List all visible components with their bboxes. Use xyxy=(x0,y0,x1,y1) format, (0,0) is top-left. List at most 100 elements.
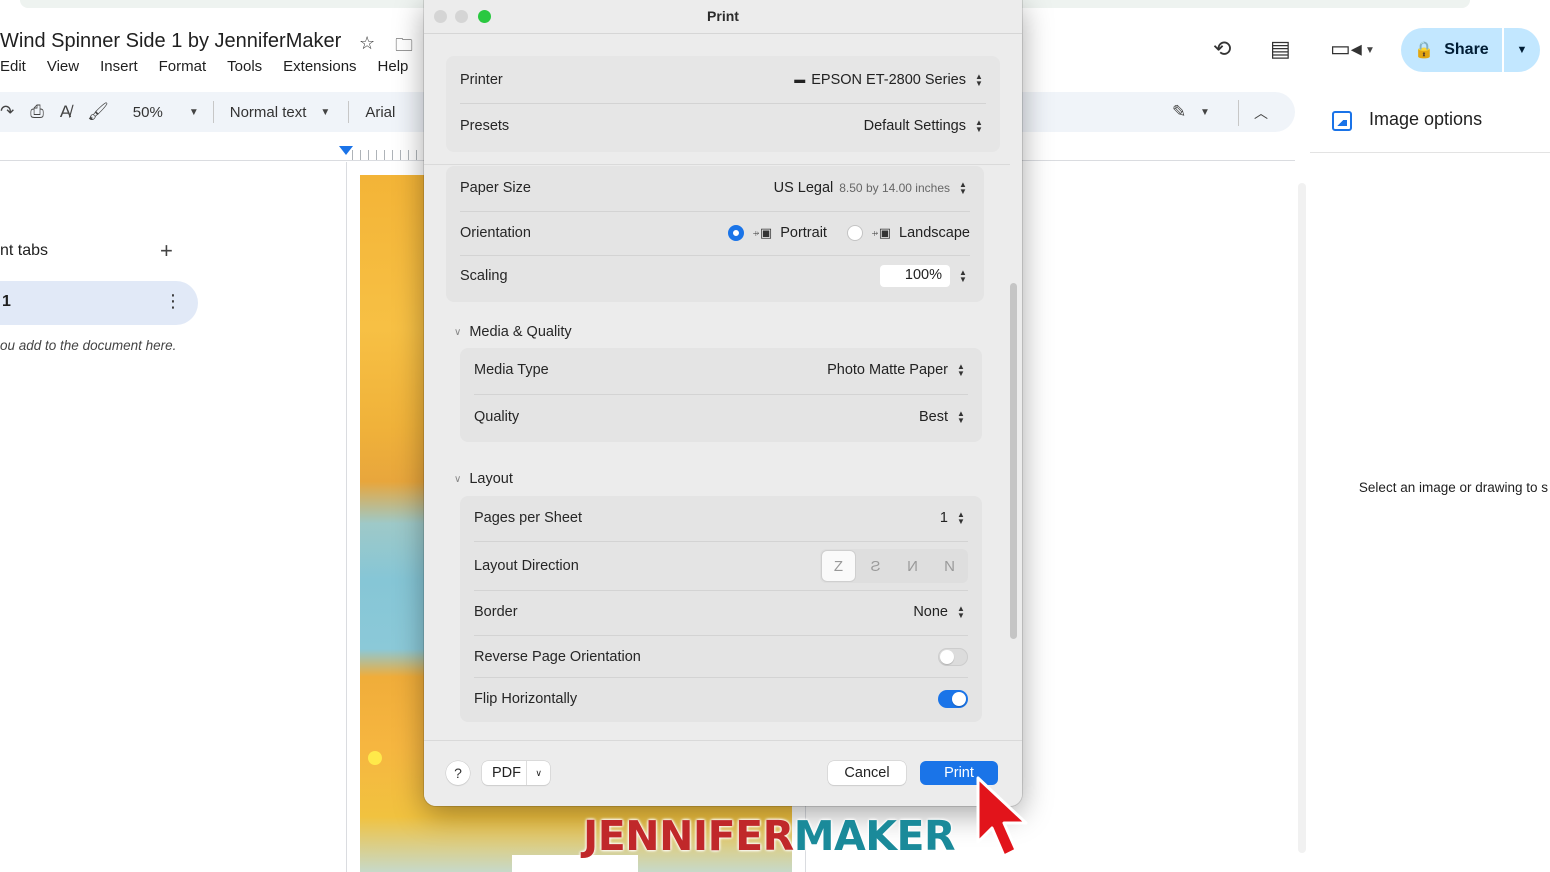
layout-header[interactable]: ∨ Layout xyxy=(454,471,513,487)
comment-icon[interactable]: ▤ xyxy=(1270,36,1291,62)
scrollbar[interactable] xyxy=(1298,183,1306,853)
menu-help[interactable]: Help xyxy=(378,58,409,75)
dialog-title: Print xyxy=(707,8,739,24)
layout-direction-label: Layout Direction xyxy=(474,558,579,574)
document-title[interactable]: Wind Spinner Side 1 by JenniferMaker xyxy=(0,30,341,53)
add-tab-button[interactable]: + xyxy=(160,238,173,264)
paint-format-icon[interactable]: 🖌 xyxy=(87,102,109,122)
watermark-part2: MAKER xyxy=(793,812,956,860)
portrait-icon: ⍆▣ xyxy=(752,225,773,240)
row-divider xyxy=(474,394,968,395)
menu-insert[interactable]: Insert xyxy=(100,58,138,75)
layout-group: Pages per Sheet 1 ▲ ▼ Layout Direction Z … xyxy=(460,496,982,722)
toolbar-divider xyxy=(1238,100,1239,126)
media-type-select[interactable]: Photo Matte Paper ▲ ▼ xyxy=(827,361,968,379)
menu-edit[interactable]: Edit xyxy=(0,58,26,75)
chevron-down-icon[interactable]: ▼ xyxy=(1365,45,1375,56)
scaling-input[interactable]: 100% xyxy=(880,265,950,287)
presets-row: Presets Default Settings ▲ ▼ xyxy=(446,112,1000,140)
toolbar-divider xyxy=(348,101,350,123)
flip-horizontally-row: Flip Horizontally xyxy=(460,685,982,713)
cancel-button[interactable]: Cancel xyxy=(828,761,906,785)
printer-icon: ▬ xyxy=(794,74,806,86)
help-button[interactable]: ? xyxy=(446,761,470,785)
menu-extensions[interactable]: Extensions xyxy=(283,58,356,75)
direction-s-icon[interactable]: Ƨ xyxy=(859,551,892,581)
paper-size-label: Paper Size xyxy=(460,180,531,196)
scaling-row: Scaling 100% ▲ ▼ xyxy=(446,261,984,291)
image-icon xyxy=(1332,111,1352,131)
collapse-icon[interactable]: ︿ xyxy=(1254,103,1268,123)
pdf-label: PDF xyxy=(492,765,521,781)
stepper-icon: ▲ ▼ xyxy=(957,604,965,620)
pdf-menu-button[interactable]: PDF ∨ xyxy=(482,761,550,785)
printer-select[interactable]: ▬ EPSON ET-2800 Series ▲ ▼ xyxy=(794,71,986,89)
share-dropdown-button[interactable]: ▼ xyxy=(1504,28,1540,72)
printer-value: EPSON ET-2800 Series xyxy=(811,72,966,88)
toolbar-divider xyxy=(212,101,214,123)
print-dialog: Print Printer ▬ EPSON ET-2800 Series ▲ ▼ … xyxy=(424,0,1022,806)
stepper-icon: ▲ ▼ xyxy=(957,409,965,425)
toolbar: ↷ ⎙ A̸ 🖌 50% ▼ Normal text ▼ Arial xyxy=(0,100,395,124)
star-icon[interactable]: ☆ xyxy=(359,33,375,54)
media-type-row: Media Type Photo Matte Paper ▲ ▼ xyxy=(460,356,982,384)
menu-format[interactable]: Format xyxy=(159,58,207,75)
media-type-value: Photo Matte Paper xyxy=(827,362,948,378)
font-select[interactable]: Arial xyxy=(365,104,395,121)
meet-icon[interactable]: ▭◂ xyxy=(1330,36,1362,62)
toggle-knob xyxy=(940,650,954,664)
border-row: Border None ▲ ▼ xyxy=(460,598,982,626)
print-icon[interactable]: ⎙ xyxy=(30,102,44,122)
menu-tools[interactable]: Tools xyxy=(227,58,262,75)
edit-mode-icon[interactable]: ✎ xyxy=(1172,102,1186,122)
direction-n-icon[interactable]: N xyxy=(933,551,966,581)
quality-select[interactable]: Best ▲ ▼ xyxy=(919,408,968,426)
zoom-value: 50% xyxy=(132,103,163,121)
more-options-icon[interactable]: ⋮ xyxy=(164,291,182,312)
history-icon[interactable]: ⟲ xyxy=(1213,36,1231,62)
layout-direction-segmented: Z Ƨ И N xyxy=(820,549,968,583)
media-quality-group: Media Type Photo Matte Paper ▲ ▼ Quality … xyxy=(460,348,982,442)
media-quality-header[interactable]: ∨ Media & Quality xyxy=(454,324,572,340)
pages-per-sheet-row: Pages per Sheet 1 ▲ ▼ xyxy=(460,504,982,532)
presets-select[interactable]: Default Settings ▲ ▼ xyxy=(864,117,986,135)
quality-value: Best xyxy=(918,409,948,425)
flip-horizontally-toggle[interactable] xyxy=(938,690,968,708)
chevron-down-icon[interactable]: ▼ xyxy=(1200,107,1210,118)
landscape-radio[interactable] xyxy=(846,225,863,241)
menu-view[interactable]: View xyxy=(47,58,79,75)
direction-z-icon[interactable]: Z xyxy=(822,551,855,581)
watermark-part1: JENNIFER xyxy=(583,812,794,860)
paper-size-select[interactable]: US Legal 8.50 by 14.00 inches ▲ ▼ xyxy=(774,179,970,197)
stepper-icon: ▲ ▼ xyxy=(957,362,965,378)
portrait-radio[interactable] xyxy=(728,225,745,241)
reverse-orientation-toggle[interactable] xyxy=(938,648,968,666)
style-select[interactable]: Normal text ▼ xyxy=(230,104,331,121)
orientation-label: Orientation xyxy=(460,225,531,241)
redo-icon[interactable]: ↷ xyxy=(0,102,14,122)
indent-marker[interactable] xyxy=(339,146,353,155)
tabs-hint: ou add to the document here. xyxy=(0,338,177,353)
printer-group: Printer ▬ EPSON ET-2800 Series ▲ ▼ Preset… xyxy=(446,56,1000,152)
lock-icon: 🔒 xyxy=(1414,42,1435,59)
dialog-scrollbar[interactable] xyxy=(1010,283,1017,639)
row-divider xyxy=(474,541,968,542)
share-button[interactable]: 🔒 Share xyxy=(1401,28,1502,72)
pages-per-sheet-label: Pages per Sheet xyxy=(474,510,583,526)
chevron-down-icon: ∨ xyxy=(526,761,542,785)
stepper-icon: ▲ ▼ xyxy=(975,118,983,134)
pages-per-sheet-select[interactable]: 1 ▲ ▼ xyxy=(940,509,968,527)
row-divider xyxy=(460,103,986,104)
jennifermaker-watermark: JENNIFERMAKER xyxy=(583,812,956,860)
printer-row: Printer ▬ EPSON ET-2800 Series ▲ ▼ xyxy=(446,66,1000,94)
layout-direction-row: Layout Direction Z Ƨ И N xyxy=(460,547,982,585)
zoom-select[interactable]: 50% ▼ xyxy=(133,104,199,121)
portrait-label: Portrait xyxy=(780,225,827,241)
chevron-down-icon: ∨ xyxy=(454,326,462,338)
spellcheck-icon[interactable]: A̸ xyxy=(60,102,71,122)
scaling-stepper[interactable]: ▲ ▼ xyxy=(956,267,970,285)
direction-n-reverse-icon[interactable]: И xyxy=(896,551,929,581)
border-select[interactable]: None ▲ ▼ xyxy=(913,603,968,621)
row-divider xyxy=(474,677,968,678)
reverse-orientation-row: Reverse Page Orientation xyxy=(460,643,982,671)
